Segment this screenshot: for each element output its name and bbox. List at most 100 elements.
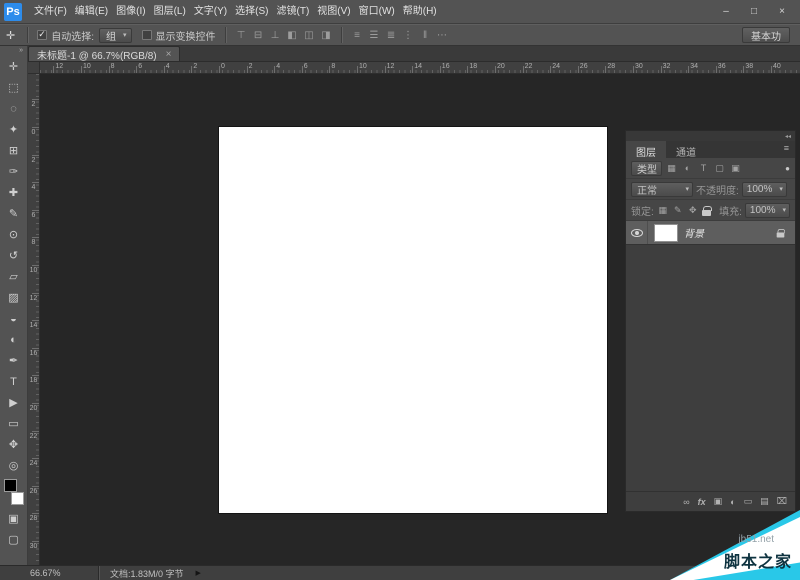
lock-transparent-pixels-icon[interactable]: ▦	[657, 205, 669, 216]
background-color-swatch[interactable]	[11, 492, 24, 505]
zoom-tool[interactable]: ◎	[2, 455, 26, 476]
distribute-right-edges-icon[interactable]: ⋯	[435, 30, 450, 41]
horizontal-type-tool[interactable]: T	[2, 371, 26, 392]
hand-tool[interactable]: ✥	[2, 434, 26, 455]
gradient-tool[interactable]: ▨	[2, 287, 26, 308]
distribute-vertical-centers-icon[interactable]: ☰	[367, 30, 382, 41]
menu-item-view[interactable]: 视图(V)	[313, 0, 354, 24]
opacity-field[interactable]: 100% ▾	[742, 182, 787, 197]
eyedropper-tool[interactable]: ✑	[2, 161, 26, 182]
align-right-edges-icon[interactable]: ◨	[319, 30, 334, 41]
menu-item-type[interactable]: 文字(Y)	[190, 0, 231, 24]
menu-item-image[interactable]: 图像(I)	[112, 0, 149, 24]
panel-menu-icon[interactable]: ≡	[778, 141, 795, 158]
distribute-bottom-edges-icon[interactable]: ≣	[384, 30, 399, 41]
new-group-icon[interactable]: ▭	[744, 496, 753, 507]
maximize-button[interactable]: □	[742, 4, 766, 20]
ruler-label: 8	[331, 62, 335, 71]
distribute-left-edges-icon[interactable]: ⋮	[401, 30, 416, 41]
canvas[interactable]	[219, 127, 607, 513]
rectangle-tool[interactable]: ▭	[2, 413, 26, 434]
collapse-panels-icon[interactable]: ◂◂	[785, 133, 791, 140]
ruler-label: 26	[28, 488, 39, 496]
show-transform-checkbox[interactable]	[142, 30, 152, 40]
workspace-switcher-button[interactable]: 基本功	[742, 27, 790, 43]
filter-smart-objects-icon[interactable]: ▣	[729, 163, 742, 174]
dodge-tool[interactable]: ◐	[2, 329, 26, 350]
tab-channels[interactable]: 通道	[666, 141, 706, 158]
move-tool[interactable]: ✛	[2, 56, 26, 77]
vertical-ruler[interactable]: 2024681012141618202224262830	[28, 74, 40, 565]
filter-pixel-layers-icon[interactable]: ▦	[665, 163, 678, 174]
rectangular-marquee-tool[interactable]: ⬚	[2, 77, 26, 98]
auto-select-checkbox[interactable]	[37, 30, 47, 40]
distribute-top-edges-icon[interactable]: ≡	[350, 30, 365, 41]
minimize-button[interactable]: –	[714, 4, 738, 20]
align-horizontal-centers-icon[interactable]: ◫	[302, 30, 317, 41]
document-tab[interactable]: 未标题-1 @ 66.7%(RGB/8) ×	[28, 46, 180, 61]
menu-item-filter[interactable]: 滤镜(T)	[273, 0, 314, 24]
ruler-label: 4	[166, 62, 170, 71]
ruler-label: 14	[414, 62, 422, 71]
filter-shape-layers-icon[interactable]: ▢	[713, 163, 726, 174]
layer-row-background[interactable]: 背景	[626, 221, 795, 245]
ruler-tick	[467, 66, 468, 73]
foreground-color-swatch[interactable]	[4, 479, 17, 492]
opacity-value: 100%	[747, 184, 773, 195]
filter-toggle-icon[interactable]: ●	[785, 164, 790, 173]
zoom-level-field[interactable]: 66.67%	[30, 568, 98, 578]
tab-close-icon[interactable]: ×	[166, 49, 172, 60]
new-adjustment-layer-icon[interactable]: ◐	[730, 497, 735, 507]
horizontal-ruler[interactable]: 1210864202468101214161820222426283032343…	[40, 62, 800, 74]
clone-stamp-tool[interactable]: ⊙	[2, 224, 26, 245]
status-flyout-icon[interactable]: ▶	[196, 569, 201, 577]
lock-position-icon[interactable]: ✥	[687, 205, 699, 216]
chevron-down-icon: ▾	[782, 206, 786, 214]
link-layers-icon[interactable]: ∞	[683, 497, 689, 507]
pen-tool[interactable]: ✒	[2, 350, 26, 371]
visibility-cell[interactable]	[626, 221, 648, 244]
fill-field[interactable]: 100% ▾	[745, 203, 790, 218]
add-layer-mask-icon[interactable]: ▣	[714, 496, 723, 507]
spot-healing-brush-tool[interactable]: ✚	[2, 182, 26, 203]
crop-tool[interactable]: ⊞	[2, 140, 26, 161]
menu-item-select[interactable]: 选择(S)	[231, 0, 272, 24]
screen-mode-button[interactable]: ▢	[2, 529, 26, 550]
eraser-tool[interactable]: ▱	[2, 266, 26, 287]
eye-icon[interactable]	[631, 229, 643, 237]
delete-layer-icon[interactable]: ⌧	[777, 496, 787, 507]
ruler-tick	[191, 66, 192, 73]
path-selection-tool[interactable]: ▶	[2, 392, 26, 413]
align-bottom-edges-icon[interactable]: ⊥	[268, 30, 283, 41]
lock-all-icon[interactable]	[702, 210, 711, 216]
align-top-edges-icon[interactable]: ⊤	[234, 30, 249, 41]
menu-item-file[interactable]: 文件(F)	[30, 0, 71, 24]
close-button[interactable]: ×	[770, 4, 794, 20]
blur-tool[interactable]: ◒	[2, 308, 26, 329]
quick-mask-button[interactable]: ▣	[2, 508, 26, 529]
toolbar-collapse-icon[interactable]: »	[19, 46, 27, 56]
history-brush-tool[interactable]: ↺	[2, 245, 26, 266]
tab-layers[interactable]: 图层	[626, 141, 666, 158]
color-swatches[interactable]	[2, 478, 26, 506]
layer-styles-icon[interactable]: fx	[698, 497, 706, 507]
ruler-label: 40	[773, 62, 781, 71]
align-left-edges-icon[interactable]: ◧	[285, 30, 300, 41]
lock-image-pixels-icon[interactable]: ✎	[672, 205, 684, 216]
filter-adjustment-layers-icon[interactable]: ◐	[681, 163, 694, 173]
menu-item-edit[interactable]: 编辑(E)	[71, 0, 112, 24]
menu-item-layer[interactable]: 图层(L)	[150, 0, 190, 24]
new-layer-icon[interactable]: ▤	[760, 496, 769, 507]
filter-type-layers-icon[interactable]: T	[697, 163, 710, 173]
menu-item-help[interactable]: 帮助(H)	[399, 0, 441, 24]
auto-select-dropdown[interactable]: 组 ▾	[99, 28, 132, 43]
layer-thumbnail[interactable]	[654, 224, 678, 242]
menu-item-window[interactable]: 窗口(W)	[355, 0, 399, 24]
quick-selection-tool[interactable]: ✦	[2, 119, 26, 140]
distribute-horizontal-centers-icon[interactable]: ‖	[418, 30, 433, 41]
lasso-tool[interactable]: ◌	[2, 98, 26, 119]
blend-mode-dropdown[interactable]: 正常 ▾	[631, 182, 693, 197]
brush-tool[interactable]: ✎	[2, 203, 26, 224]
align-vertical-centers-icon[interactable]: ⊟	[251, 30, 266, 41]
filter-kind-dropdown[interactable]: 类型	[631, 161, 662, 176]
